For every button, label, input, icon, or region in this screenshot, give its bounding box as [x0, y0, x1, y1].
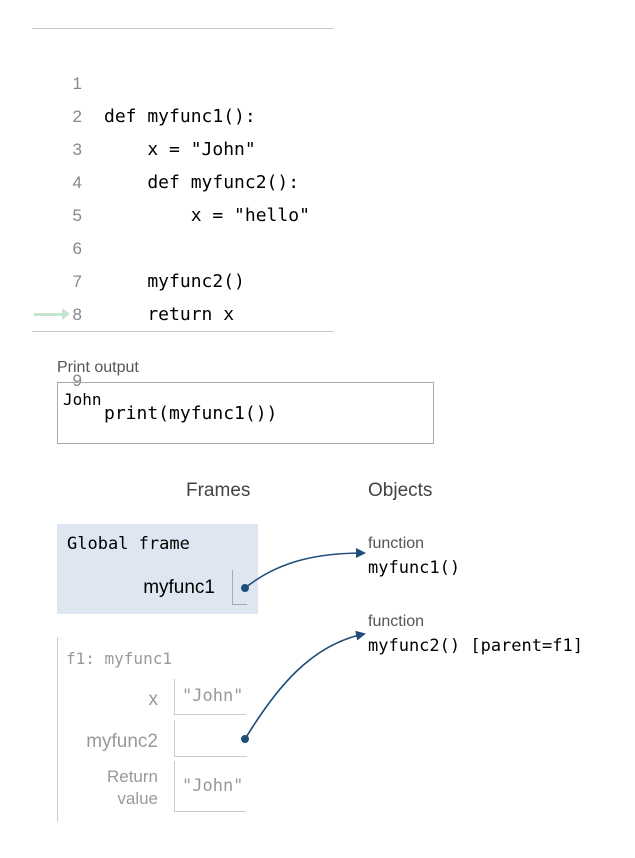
- pointer-arrows: [241, 548, 366, 743]
- f1-to-myfunc2-arrow: [244, 630, 366, 740]
- global-to-myfunc1-arrow: [244, 548, 366, 589]
